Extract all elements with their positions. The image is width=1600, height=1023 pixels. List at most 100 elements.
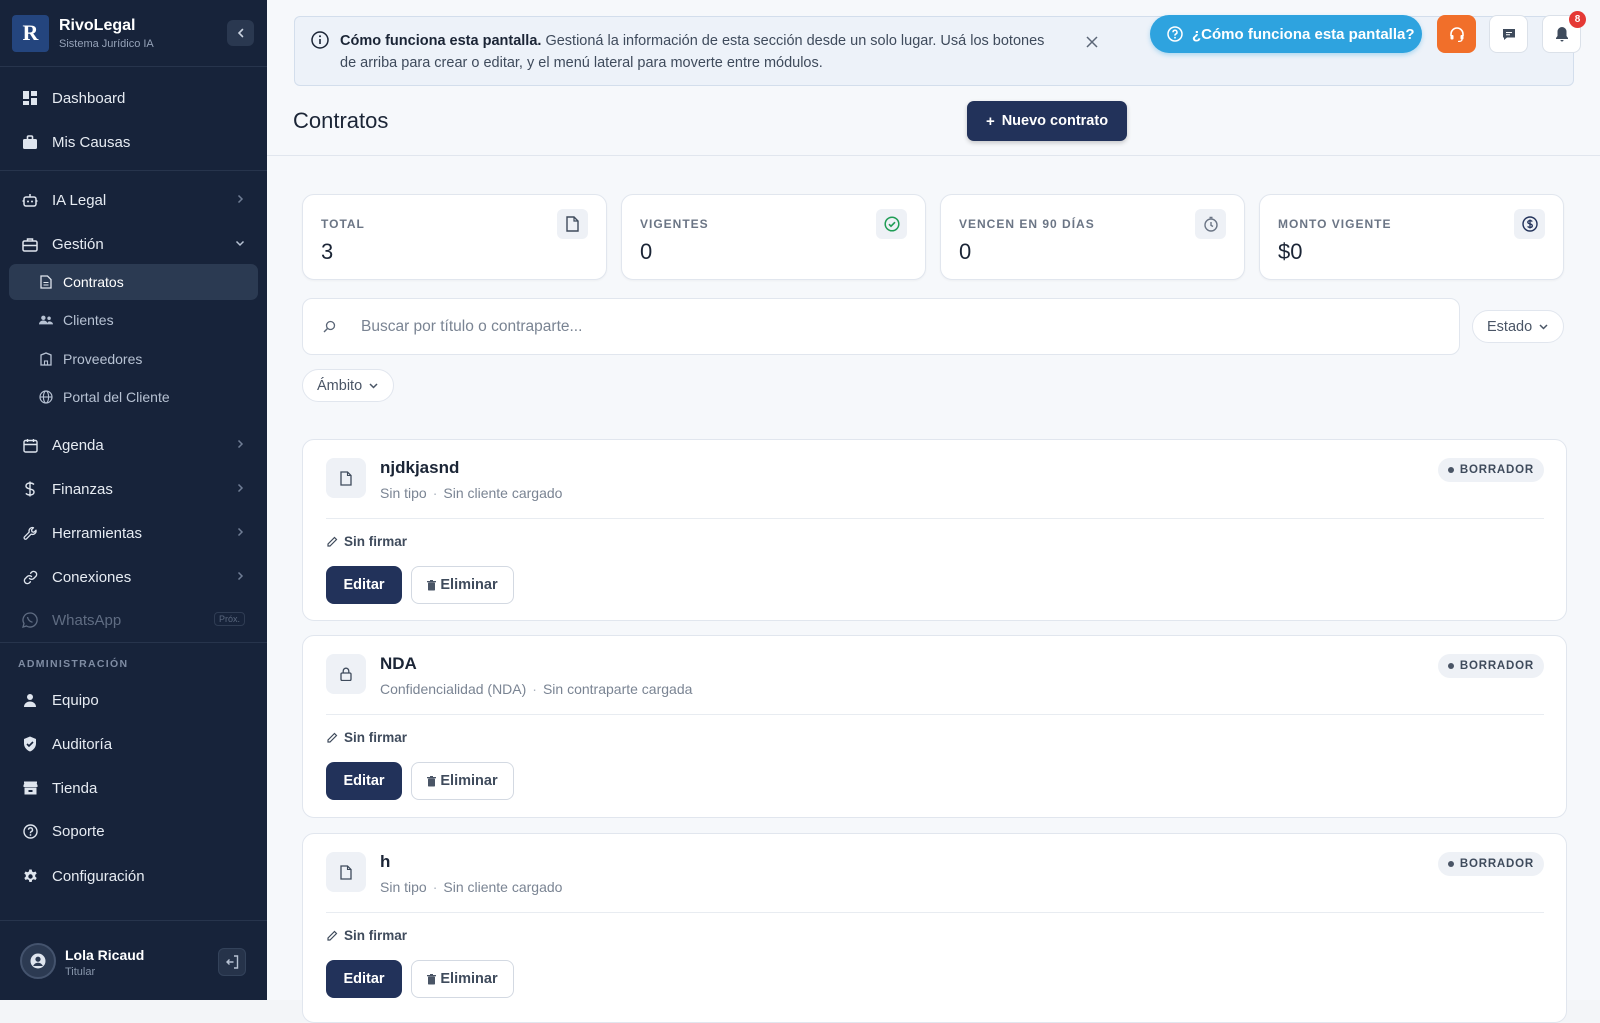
help-button-label: ¿Cómo funciona esta pantalla?: [1192, 25, 1415, 43]
collapse-sidebar-button[interactable]: [227, 20, 254, 46]
sidebar-item-auditoria[interactable]: Auditoría: [0, 725, 267, 763]
sidebar-item-portal[interactable]: Portal del Cliente: [9, 379, 258, 415]
messages-button[interactable]: [1489, 15, 1528, 53]
notifications-button[interactable]: 8: [1542, 11, 1586, 53]
sidebar-item-clientes[interactable]: Clientes: [9, 302, 258, 338]
support-button[interactable]: [1437, 15, 1476, 53]
contract-party: Sin cliente cargado: [443, 879, 563, 895]
sidebar-item-mis-causas[interactable]: Mis Causas: [0, 123, 267, 161]
file-icon: [39, 275, 53, 289]
banner-text: Cómo funciona esta pantalla. Gestioná la…: [340, 30, 1060, 74]
dashboard-icon: [22, 90, 38, 106]
ambito-filter[interactable]: Ámbito: [302, 369, 395, 402]
status-badge-label: BORRADOR: [1459, 464, 1534, 476]
sidebar-item-agenda[interactable]: Agenda: [0, 426, 267, 464]
person-icon: [22, 692, 38, 708]
bell-icon: [1555, 27, 1568, 42]
status-badge: BORRADOR: [1437, 458, 1544, 482]
users-icon: [39, 313, 53, 327]
sidebar-item-proveedores[interactable]: Proveedores: [9, 341, 258, 377]
stat-card-vencen: VENCEN EN 90 DÍAS 0: [940, 194, 1245, 280]
contract-type: Confidencialidad (NDA): [380, 681, 527, 697]
sidebar-item-label: Equipo: [52, 691, 99, 709]
sidebar-item-label: Gestión: [52, 235, 104, 253]
sidebar-item-label: Dashboard: [52, 89, 126, 107]
avatar[interactable]: [20, 943, 56, 979]
sidebar-item-configuracion[interactable]: Configuración: [0, 857, 267, 895]
chevron-left-icon: [237, 28, 243, 38]
plus-icon: +: [985, 112, 995, 130]
status-badge: BORRADOR: [1437, 852, 1544, 876]
chevron-right-icon: [237, 483, 244, 493]
page-title: Contratos: [293, 108, 389, 133]
section-heading-admin: ADMINISTRACIÓN: [18, 658, 129, 670]
delete-button[interactable]: Eliminar: [411, 960, 514, 998]
search-icon: [323, 320, 336, 333]
trash-icon: [427, 973, 437, 984]
link-icon: [22, 569, 38, 585]
search-input[interactable]: [361, 315, 1421, 339]
sidebar-item-conexiones[interactable]: Conexiones: [0, 558, 267, 596]
sidebar-item-contratos[interactable]: Contratos: [9, 264, 258, 300]
sidebar-item-equipo[interactable]: Equipo: [0, 681, 267, 719]
sidebar-item-tienda[interactable]: Tienda: [0, 769, 267, 807]
sidebar-item-label: Auditoría: [52, 735, 113, 753]
logout-button[interactable]: [218, 948, 246, 976]
trash-icon: [427, 775, 437, 786]
dollar-icon: [1514, 209, 1545, 239]
wrench-icon: [22, 525, 38, 541]
user-panel: Lola Ricaud Titular: [0, 920, 267, 1000]
file-icon: [326, 852, 366, 892]
signature-status: Sin firmar: [326, 534, 407, 549]
contract-meta: Confidencialidad (NDA) · Sin contraparte c…: [380, 681, 693, 697]
close-icon[interactable]: [1085, 35, 1099, 49]
check-circle-icon: [876, 209, 907, 239]
pencil-icon: [327, 732, 338, 743]
contract-title[interactable]: NDA: [380, 654, 417, 674]
edit-button[interactable]: Editar: [326, 762, 402, 800]
sidebar-item-finanzas[interactable]: Finanzas: [0, 470, 267, 508]
user-role: Titular: [65, 966, 96, 978]
store-icon: [22, 780, 38, 796]
sidebar-item-label: Portal del Cliente: [63, 389, 170, 405]
sidebar-item-whatsapp: WhatsApp Próx.: [0, 601, 267, 639]
delete-button-label: Eliminar: [440, 971, 498, 987]
sidebar-item-herramientas[interactable]: Herramientas: [0, 514, 267, 552]
new-contract-button[interactable]: + Nuevo contrato: [967, 101, 1127, 141]
search-box: [302, 298, 1460, 355]
delete-button-label: Eliminar: [440, 773, 498, 789]
whatsapp-icon: [22, 612, 38, 628]
notification-count-badge: 8: [1569, 11, 1586, 28]
sidebar-item-soporte[interactable]: Soporte: [0, 812, 267, 850]
contract-title[interactable]: h: [380, 852, 390, 872]
estado-filter[interactable]: Estado: [1472, 310, 1565, 343]
file-icon: [326, 458, 366, 498]
contract-meta: Sin tipo · Sin cliente cargado: [380, 879, 563, 895]
rivolegal-logo[interactable]: R: [12, 14, 49, 52]
dollar-icon: [22, 481, 38, 497]
chevron-right-icon: [237, 194, 244, 204]
stat-value: 0: [959, 239, 972, 264]
edit-button[interactable]: Editar: [326, 960, 402, 998]
status-badge-label: BORRADOR: [1459, 858, 1534, 870]
sidebar-item-label: Proveedores: [63, 351, 143, 367]
sidebar-item-gestion[interactable]: Gestión: [0, 225, 267, 263]
sidebar-item-label: Agenda: [52, 436, 104, 454]
pencil-icon: [327, 536, 338, 547]
delete-button[interactable]: Eliminar: [411, 566, 514, 604]
brand-name: RivoLegal: [59, 16, 136, 34]
sidebar: R RivoLegal Sistema Jurídico IA Dashboar…: [0, 0, 267, 1000]
gear-icon: [22, 868, 38, 884]
delete-button[interactable]: Eliminar: [411, 762, 514, 800]
sidebar-item-dashboard[interactable]: Dashboard: [0, 79, 267, 117]
contract-title[interactable]: njdkjasnd: [380, 458, 459, 478]
page-header: Contratos + Nuevo contrato: [267, 86, 1600, 156]
edit-button[interactable]: Editar: [326, 566, 402, 604]
headset-icon: [1449, 27, 1464, 42]
sidebar-item-ia-legal[interactable]: IA Legal: [0, 181, 267, 219]
stat-label: TOTAL: [321, 217, 365, 231]
file-icon: [557, 209, 588, 239]
new-contract-label: Nuevo contrato: [1001, 113, 1109, 129]
chevron-down-icon: [1539, 324, 1548, 330]
help-button[interactable]: ¿Cómo funciona esta pantalla?: [1150, 15, 1422, 53]
